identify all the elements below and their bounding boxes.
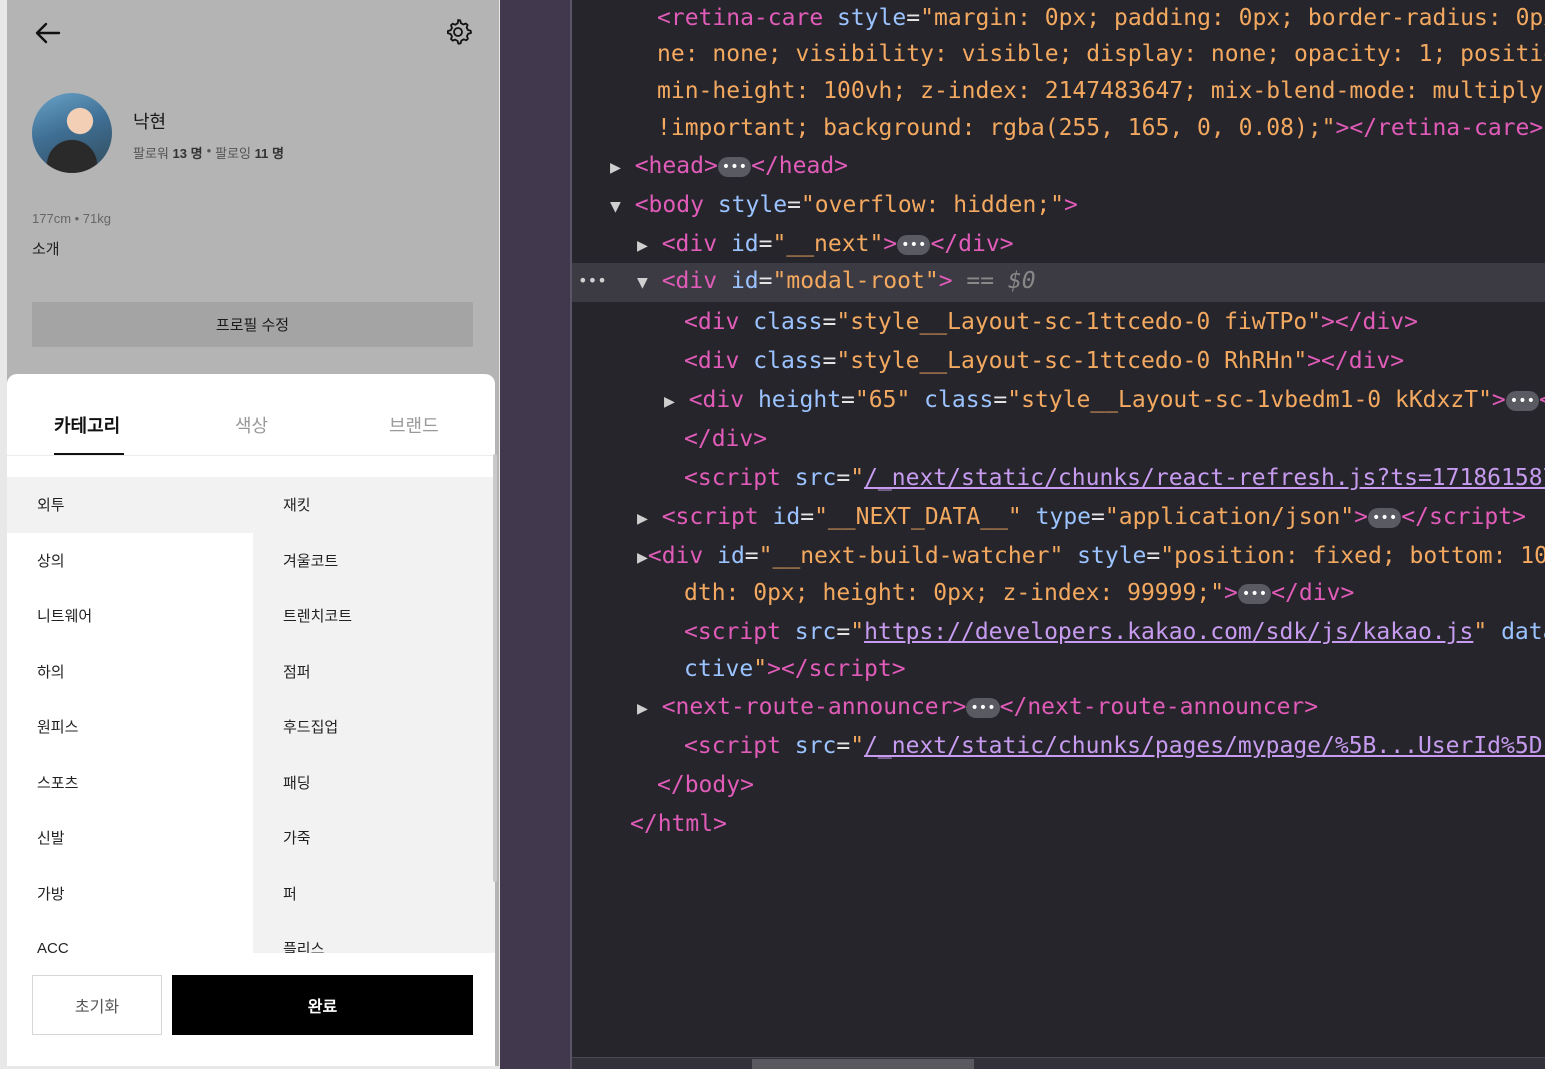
main-category-item[interactable]: 가방: [7, 865, 253, 921]
dom-node[interactable]: min-height: 100vh; z-index: 2147483647; …: [572, 73, 1545, 112]
sub-category-item[interactable]: 트렌치코트: [253, 588, 495, 644]
tab-color[interactable]: 색상: [235, 412, 268, 438]
dom-node[interactable]: ▶ <next-route-announcer> ••• </next-route-…: [572, 689, 1545, 728]
dom-node[interactable]: <retina-care style="margin: 0px; padding…: [572, 0, 1545, 39]
app-viewport: 낙현 팔로워 13 명 • 팔로잉 11 명 177cm • 71kg 소개 프…: [0, 0, 500, 1069]
follow-stats: 팔로워 13 명 • 팔로잉 11 명: [133, 143, 284, 162]
followers-link[interactable]: 팔로워 13 명: [133, 143, 203, 162]
dom-node[interactable]: ctive"></script>: [572, 651, 1545, 690]
body-stats: 177cm • 71kg: [32, 211, 111, 226]
sub-category-list: 재킷 겨울코트 트렌치코트 점퍼 후드집업 패딩 가죽 퍼 플리스: [253, 477, 495, 953]
dom-node[interactable]: </div>: [572, 421, 1545, 460]
dom-node[interactable]: <script src="/_next/static/chunks/react-…: [572, 460, 1545, 499]
main-category-item[interactable]: 하의: [7, 643, 253, 699]
panel-gutter: [500, 0, 570, 1069]
edit-profile-button[interactable]: 프로필 수정: [32, 302, 473, 347]
category-grid: 외투 상의 니트웨어 하의 원피스 스포츠 신발 가방 ACC 재킷 겨울코트 …: [7, 477, 495, 953]
tab-brand[interactable]: 브랜드: [389, 412, 439, 438]
sub-category-item[interactable]: 가죽: [253, 810, 495, 866]
profile-nickname: 낙현: [133, 112, 167, 132]
followers-count: 13 명: [172, 146, 203, 161]
devtools-elements-panel: <retina-care style="margin: 0px; padding…: [572, 0, 1545, 1069]
back-arrow-icon[interactable]: [33, 18, 63, 48]
dom-node[interactable]: ▶ <div id="__next"> ••• </div>: [572, 226, 1545, 265]
node-actions-dots[interactable]: •••: [578, 263, 607, 299]
filter-tabs: 카테고리 색상 브랜드: [7, 374, 495, 456]
sub-category-item[interactable]: 재킷: [253, 477, 495, 533]
done-button[interactable]: 완료: [172, 975, 473, 1035]
gear-icon[interactable]: [443, 17, 473, 47]
separator-dot: •: [206, 143, 212, 158]
following-label: 팔로잉: [215, 146, 252, 161]
following-link[interactable]: 팔로잉 11 명: [215, 143, 284, 162]
dom-node[interactable]: </html>: [572, 806, 1545, 845]
dom-node[interactable]: <div class="style__Layout-sc-1ttcedo-0 R…: [572, 343, 1545, 382]
profile-intro: 소개: [32, 241, 60, 258]
mypage-screen: 낙현 팔로워 13 명 • 팔로잉 11 명 177cm • 71kg 소개 프…: [7, 0, 499, 1066]
dom-node[interactable]: <div class="style__Layout-sc-1ttcedo-0 f…: [572, 304, 1545, 343]
dom-node[interactable]: ▶ <head> ••• </head>: [572, 148, 1545, 187]
dom-node[interactable]: !important; background: rgba(255, 165, 0…: [572, 110, 1545, 149]
main-category-list: 외투 상의 니트웨어 하의 원피스 스포츠 신발 가방 ACC: [7, 477, 253, 953]
dom-node[interactable]: </body>: [572, 767, 1545, 806]
reset-button[interactable]: 초기화: [32, 975, 162, 1035]
following-count: 11 명: [254, 146, 284, 161]
main-category-item[interactable]: 상의: [7, 532, 253, 588]
dom-node[interactable]: ▼ <body style="overflow: hidden;">: [572, 187, 1545, 226]
dom-node[interactable]: <script src="/_next/static/chunks/pages/…: [572, 728, 1545, 767]
sub-category-item[interactable]: 후드집업: [253, 699, 495, 755]
dom-node[interactable]: ▶<div id="__next-build-watcher" style="p…: [572, 538, 1545, 577]
sub-category-item[interactable]: 패딩: [253, 755, 495, 811]
active-tab-indicator: [54, 453, 124, 455]
dom-node[interactable]: ne: none; visibility: visible; display: …: [572, 36, 1545, 75]
dom-node[interactable]: dth: 0px; height: 0px; z-index: 99999;">…: [572, 575, 1545, 614]
sub-category-item[interactable]: 점퍼: [253, 644, 495, 700]
main-category-item[interactable]: 원피스: [7, 699, 253, 755]
scrollbar-thumb[interactable]: [752, 1059, 974, 1069]
main-category-item[interactable]: ACC: [7, 921, 253, 953]
main-category-item[interactable]: 신발: [7, 810, 253, 866]
avatar[interactable]: [32, 93, 112, 173]
horizontal-scrollbar[interactable]: [572, 1057, 1545, 1069]
main-category-item[interactable]: 스포츠: [7, 754, 253, 810]
sheet-scrollbar[interactable]: [493, 454, 497, 882]
dom-node-selected[interactable]: ▼ <div id="modal-root"> == $0 •••: [572, 263, 1545, 302]
sub-category-item[interactable]: 겨울코트: [253, 533, 495, 589]
category-filter-sheet: 카테고리 색상 브랜드 외투 상의 니트웨어 하의 원피스 스포츠 신발 가방 …: [7, 374, 497, 1066]
sub-category-item[interactable]: 플리스: [253, 921, 495, 953]
tab-category[interactable]: 카테고리: [54, 412, 120, 438]
followers-label: 팔로워: [133, 146, 169, 161]
dom-node[interactable]: ▶ <div height="65" class="style__Layout-…: [572, 382, 1545, 421]
main-category-item[interactable]: 외투: [7, 477, 253, 533]
main-category-item[interactable]: 니트웨어: [7, 588, 253, 644]
dom-node[interactable]: ▶ <script id="__NEXT_DATA__" type="appli…: [572, 499, 1545, 538]
dom-node[interactable]: <script src="https://developers.kakao.co…: [572, 614, 1545, 653]
sub-category-item[interactable]: 퍼: [253, 866, 495, 922]
